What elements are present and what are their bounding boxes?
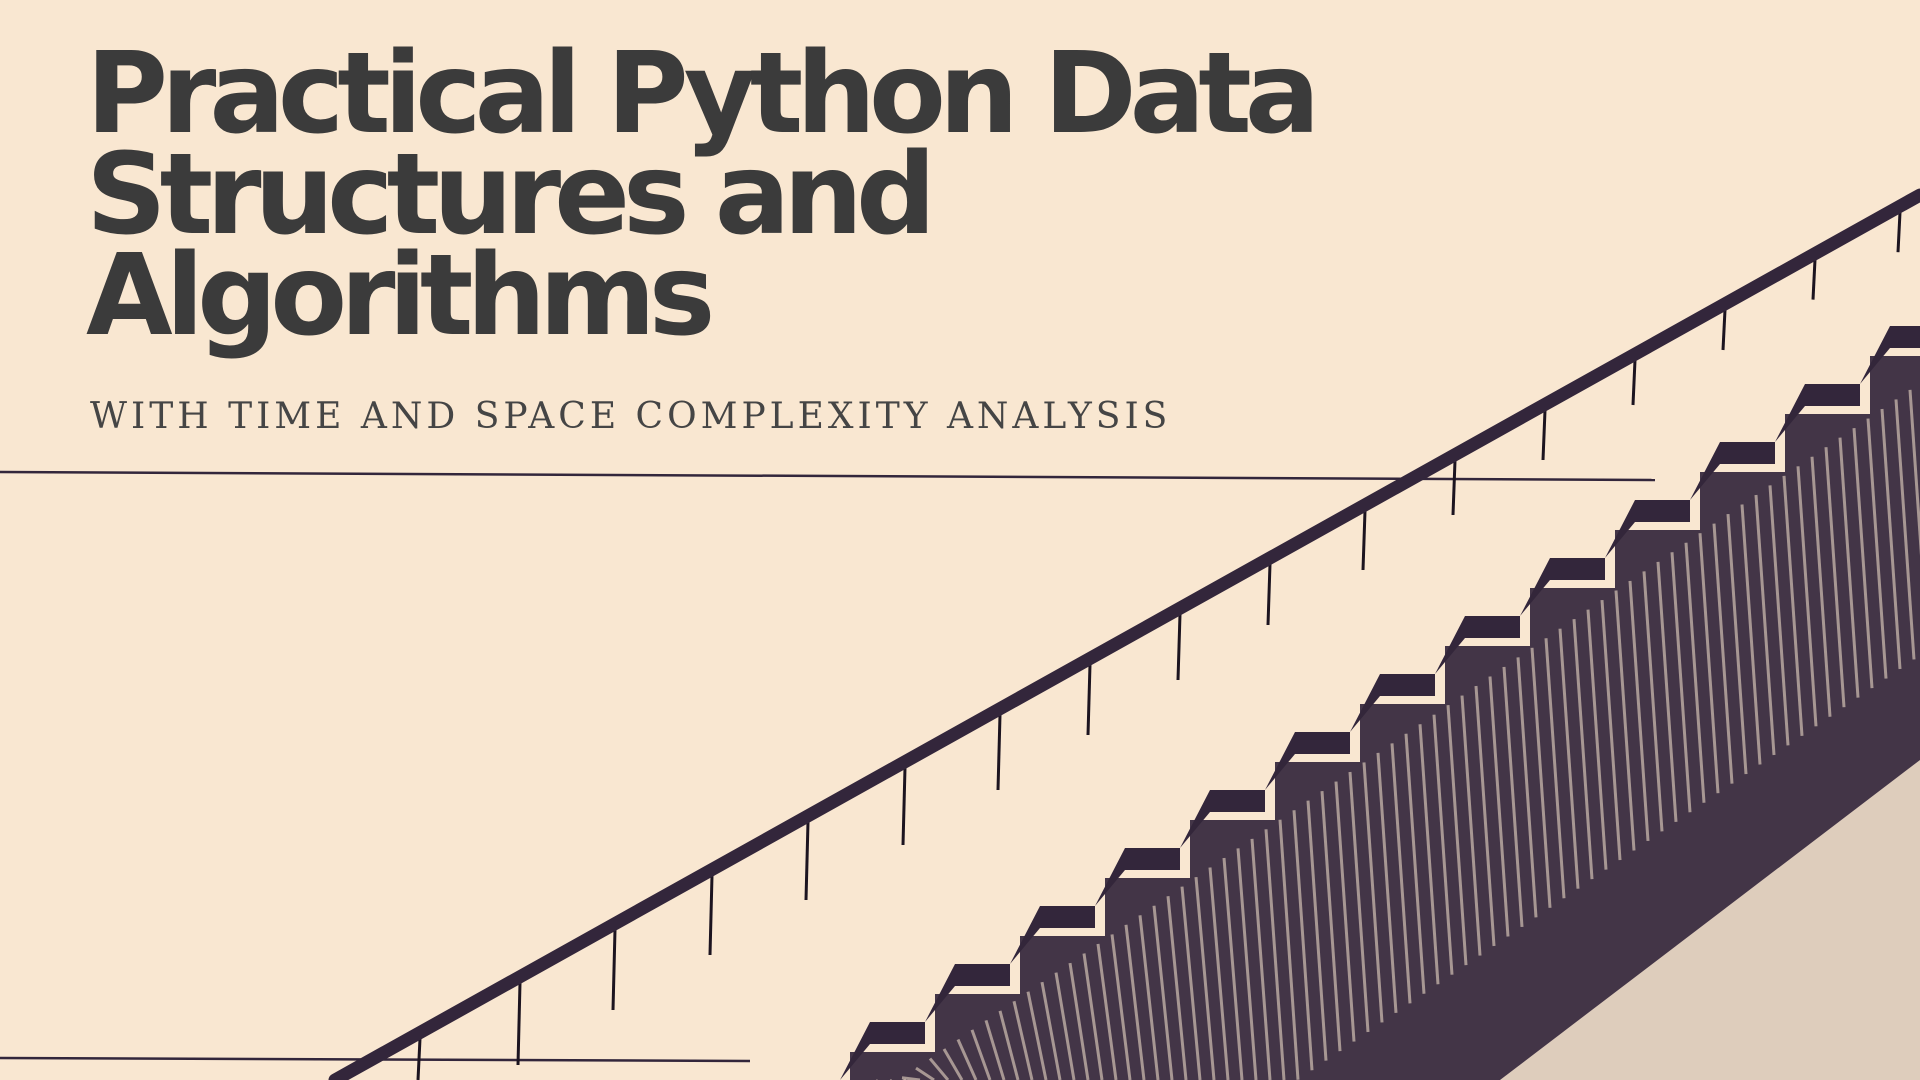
stair-underside [850, 1052, 935, 1080]
baluster [1451, 460, 1457, 516]
baluster [1896, 212, 1902, 253]
baluster [804, 821, 810, 901]
book-title: Practical Python Data Structures and Alg… [86, 38, 1320, 361]
baluster [1176, 614, 1182, 681]
book-cover: Practical Python Data Structures and Alg… [0, 0, 1920, 1080]
baluster [996, 714, 1002, 791]
baluster [516, 982, 522, 1066]
baluster [1721, 309, 1727, 351]
baluster [611, 929, 617, 1011]
baluster [1811, 259, 1817, 300]
baluster [1086, 664, 1092, 736]
baluster [1361, 510, 1367, 571]
baluster [1266, 563, 1272, 626]
baluster [416, 1038, 422, 1080]
book-subtitle: WITH TIME AND SPACE COMPLEXITY ANALYSIS [90, 396, 1172, 437]
baluster [708, 875, 714, 956]
baluster [901, 767, 907, 846]
book-title-line-3: Algorithms [86, 231, 715, 361]
baluster [1631, 360, 1637, 406]
baluster [1541, 410, 1547, 461]
